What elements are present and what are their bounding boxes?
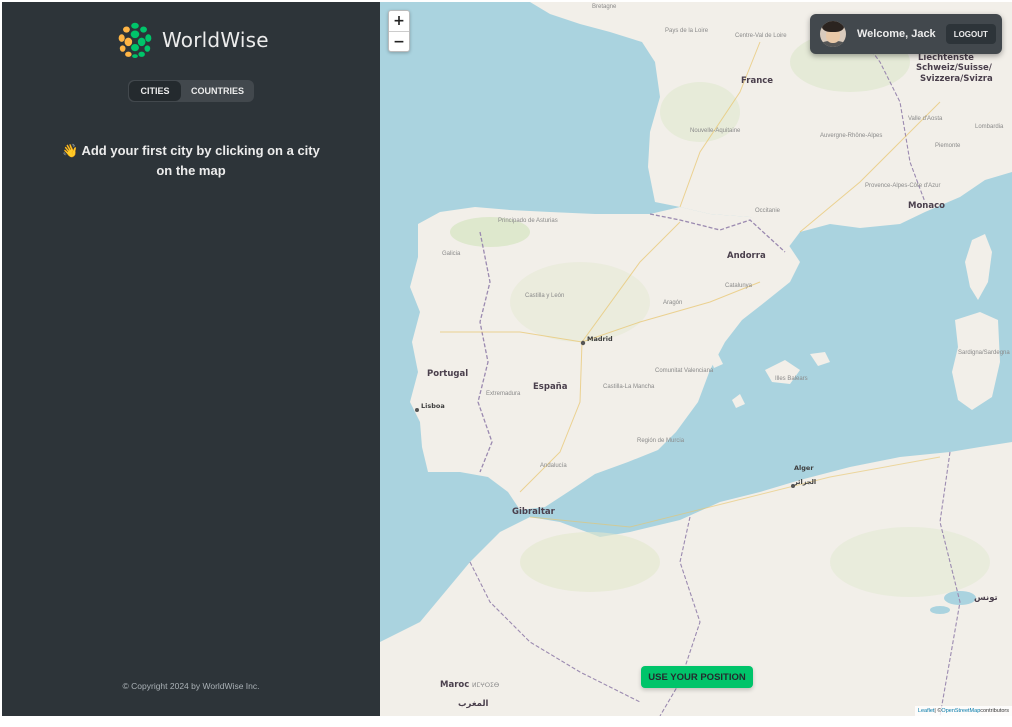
label-valenciana: Comunitat Valenciana bbox=[655, 368, 714, 374]
label-nouvelle: Nouvelle-Aquitaine bbox=[690, 128, 741, 134]
label-cataluna: Catalunya bbox=[725, 283, 753, 289]
label-alger-ar: الجزائر bbox=[793, 478, 816, 486]
use-position-button[interactable]: USE YOUR POSITION bbox=[641, 666, 753, 688]
label-sardegna: Sardigna/Sardegna bbox=[958, 350, 1010, 356]
label-asturias: Principado de Asturias bbox=[498, 218, 558, 224]
tab-cities[interactable]: CITIES bbox=[129, 81, 181, 101]
label-france: France bbox=[741, 76, 773, 86]
tab-nav: CITIES COUNTRIES bbox=[128, 80, 254, 102]
label-aragon: Aragón bbox=[663, 300, 682, 306]
label-switzerland-1: Schweiz/Suisse/ bbox=[916, 63, 993, 73]
label-maroc-ar: المغرب bbox=[458, 699, 489, 709]
leaflet-link[interactable]: Leaflet bbox=[918, 708, 935, 714]
label-provence: Provence-Alpes-Côte d'Azur bbox=[865, 183, 941, 189]
zoom-out-button[interactable]: − bbox=[389, 31, 409, 52]
zoom-control: + − bbox=[388, 10, 410, 52]
label-gibraltar: Gibraltar bbox=[512, 507, 556, 517]
label-espana: España bbox=[533, 382, 568, 392]
label-auvergne: Auvergne-Rhône-Alpes bbox=[820, 133, 882, 139]
logo-text: WorldWise bbox=[162, 28, 269, 52]
label-maroc-tif: ⵍⵎⵖⵔⵉⴱ bbox=[472, 683, 499, 689]
map-tiles[interactable]: France Andorra Monaco Portugal España Gi… bbox=[380, 2, 1012, 716]
label-baleares: Illes Balears bbox=[775, 376, 808, 382]
label-bretagne: Bretagne bbox=[592, 4, 617, 10]
empty-message-text: Add your first city by clicking on a cit… bbox=[81, 143, 320, 178]
welcome-text: Welcome, Jack bbox=[857, 28, 936, 40]
copyright: © Copyright 2024 by WorldWise Inc. bbox=[122, 681, 260, 691]
empty-message: 👋 Add your first city by clicking on a c… bbox=[62, 141, 320, 181]
label-andorra: Andorra bbox=[727, 251, 766, 261]
tab-countries[interactable]: COUNTRIES bbox=[181, 80, 254, 102]
user-panel: Welcome, Jack LOGOUT bbox=[810, 14, 1002, 54]
globe-logo-icon bbox=[117, 22, 153, 59]
label-switzerland-2: Svizzera/Svizra bbox=[920, 74, 993, 84]
label-occitanie: Occitanie bbox=[755, 208, 781, 214]
label-galicia: Galicia bbox=[442, 251, 461, 257]
attribution-separator: | © bbox=[934, 708, 942, 714]
map-attribution: Leaflet | © OpenStreetMap contributors bbox=[914, 706, 1012, 716]
label-castilla-mancha: Castilla-La Mancha bbox=[603, 384, 655, 390]
label-castilla-leon: Castilla y León bbox=[525, 293, 564, 299]
label-liechtenstein: Liechtenste bbox=[918, 53, 974, 63]
label-lisboa: Lisboa bbox=[421, 402, 445, 410]
attribution-suffix: contributors bbox=[980, 708, 1009, 714]
label-pays-loire: Pays de la Loire bbox=[665, 28, 709, 34]
label-lombardia: Lombardia bbox=[975, 124, 1004, 130]
avatar bbox=[820, 21, 846, 47]
map[interactable]: France Andorra Monaco Portugal España Gi… bbox=[380, 2, 1012, 716]
logo[interactable]: WorldWise bbox=[116, 21, 269, 59]
zoom-in-button[interactable]: + bbox=[389, 11, 409, 31]
label-extremadura: Extremadura bbox=[486, 391, 521, 397]
osm-link[interactable]: OpenStreetMap bbox=[941, 708, 980, 714]
wave-emoji-icon: 👋 bbox=[62, 143, 79, 158]
label-maroc: Maroc bbox=[440, 680, 469, 690]
label-tunisia-ar: تونس bbox=[974, 593, 998, 603]
label-valle-aosta: Valle d'Aosta bbox=[908, 116, 943, 122]
label-murcia: Región de Murcia bbox=[637, 438, 685, 444]
label-alger: Alger bbox=[794, 464, 814, 472]
logout-button[interactable]: LOGOUT bbox=[945, 24, 996, 44]
label-portugal: Portugal bbox=[427, 369, 468, 379]
label-andalucia: Andalucía bbox=[540, 463, 567, 469]
label-piemonte: Piemonte bbox=[935, 143, 961, 149]
label-monaco: Monaco bbox=[908, 201, 945, 211]
label-madrid: Madrid bbox=[587, 335, 613, 343]
sidebar: WorldWise CITIES COUNTRIES 👋 Add your fi… bbox=[2, 2, 380, 716]
app-frame: WorldWise CITIES COUNTRIES 👋 Add your fi… bbox=[2, 2, 1012, 716]
label-centre: Centre-Val de Loire bbox=[735, 33, 787, 39]
